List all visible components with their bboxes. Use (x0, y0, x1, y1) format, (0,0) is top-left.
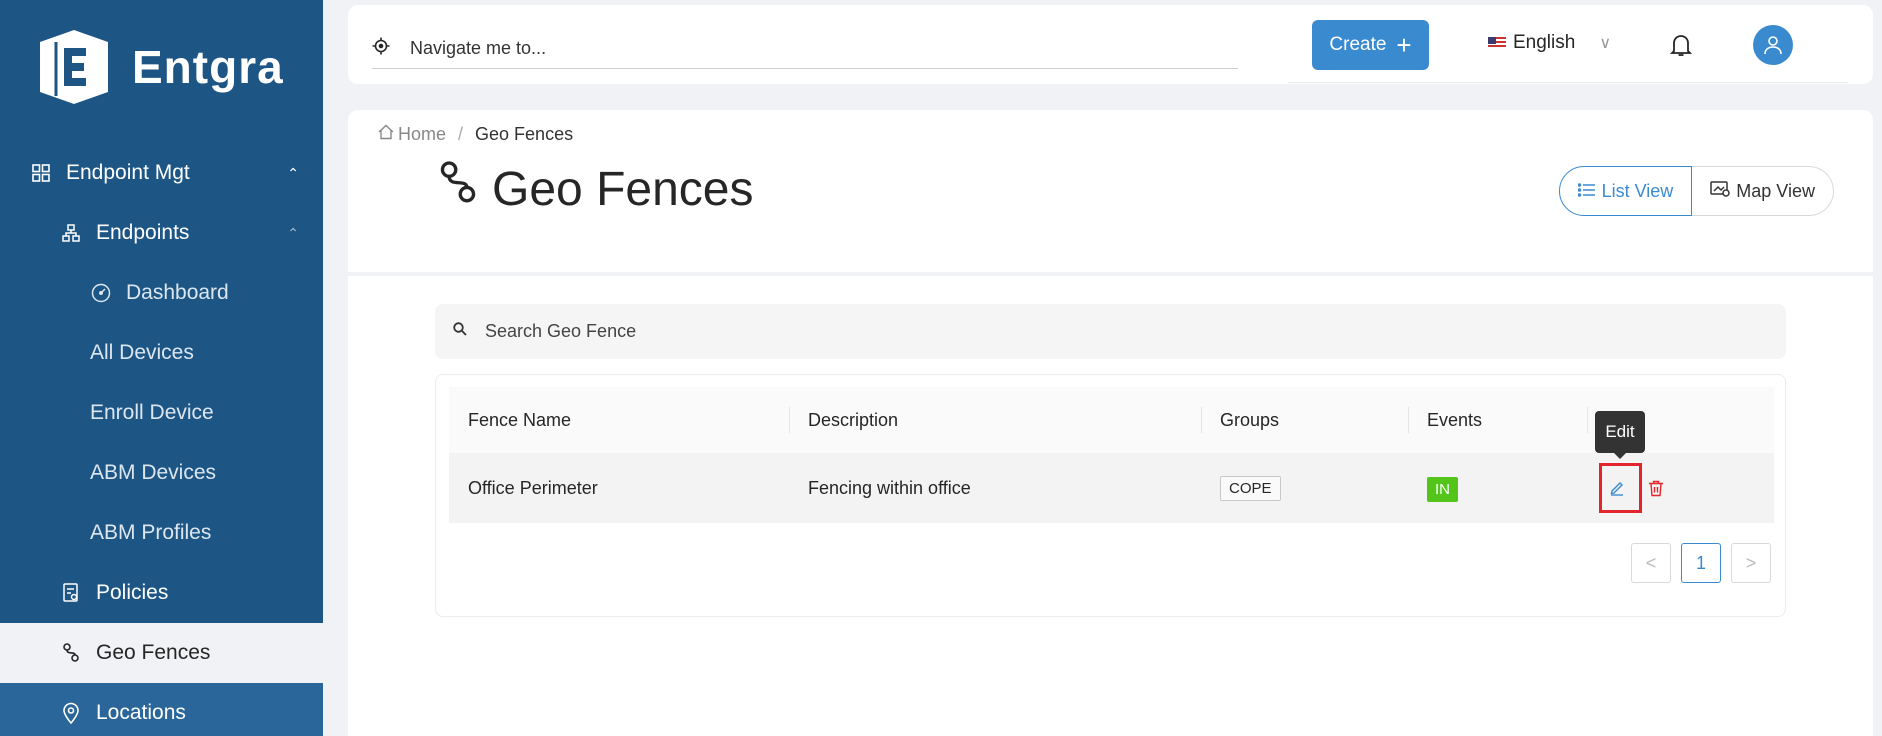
chevron-up-icon: ⌃ (287, 224, 299, 241)
table-header: Fence Name Description Groups Events (449, 387, 1774, 453)
entgra-logo-icon (40, 30, 108, 104)
column-divider (1201, 407, 1202, 433)
page-title: Geo Fences (438, 160, 753, 218)
list-view-button[interactable]: List View (1558, 166, 1693, 216)
sidebar-item-dashboard[interactable]: Dashboard (0, 263, 323, 323)
sidebar-item-all-devices[interactable]: All Devices (0, 323, 323, 383)
search-icon (453, 322, 467, 341)
home-icon (378, 124, 394, 145)
user-icon (1764, 36, 1782, 55)
sidebar-item-geo-fences[interactable]: Geo Fences (0, 623, 323, 683)
location-pin-icon (60, 702, 82, 724)
geo-fence-icon (60, 642, 82, 664)
chevron-down-icon: ∨ (1599, 35, 1612, 52)
column-header-fence-name[interactable]: Fence Name (468, 410, 571, 431)
edit-button-highlight (1599, 463, 1642, 513)
main-content: Fence Name Description Groups Events Off… (348, 276, 1873, 736)
sidebar-item-label: Policies (96, 581, 169, 604)
policy-document-icon (60, 582, 82, 604)
prev-page-button[interactable]: < (1631, 543, 1671, 583)
sidebar-nav: Endpoint Mgt ⌃ Endpoints ⌃ Dashboard All… (0, 143, 323, 736)
create-button[interactable]: Create + (1312, 20, 1429, 70)
navigate-input[interactable] (410, 38, 890, 59)
geo-fence-table: Fence Name Description Groups Events Off… (449, 387, 1774, 523)
column-divider (1587, 407, 1588, 433)
sidebar-item-enroll-device[interactable]: Enroll Device (0, 383, 323, 443)
sidebar-item-abm-profiles[interactable]: ABM Profiles (0, 503, 323, 563)
notifications-button[interactable] (1669, 33, 1693, 62)
cell-events: IN (1427, 476, 1458, 502)
breadcrumb-current: Geo Fences (475, 124, 574, 144)
sidebar-item-endpoints[interactable]: Endpoints ⌃ (0, 203, 323, 263)
sidebar-item-locations[interactable]: Locations (0, 683, 323, 736)
geo-fence-search (435, 304, 1786, 359)
breadcrumb: Home / Geo Fences (378, 124, 573, 145)
sidebar-item-label: Geo Fences (96, 641, 211, 664)
delete-button[interactable] (1648, 480, 1664, 497)
plus-icon: + (1396, 29, 1412, 60)
chevron-up-icon: ⌃ (287, 164, 299, 181)
language-selector[interactable]: English ∨ (1488, 32, 1611, 54)
sidebar-item-label: Endpoints (96, 221, 190, 244)
column-header-groups[interactable]: Groups (1220, 410, 1279, 431)
sidebar-item-policies[interactable]: Policies (0, 563, 323, 623)
column-divider (789, 407, 790, 433)
geo-fence-table-card: Fence Name Description Groups Events Off… (435, 374, 1786, 617)
bell-icon (1669, 35, 1693, 56)
sidebar-item-endpoint-mgt[interactable]: Endpoint Mgt ⌃ (0, 143, 323, 203)
edit-tooltip: Edit (1595, 411, 1645, 459)
crosshair-icon (372, 37, 392, 60)
sidebar-item-label: ABM Profiles (90, 521, 212, 544)
list-icon (1577, 181, 1596, 202)
sidebar-item-label: Locations (96, 701, 186, 724)
user-avatar[interactable] (1753, 25, 1793, 65)
table-row: Office Perimeter Fencing within office C… (449, 453, 1774, 523)
column-header-events[interactable]: Events (1427, 410, 1482, 431)
sidebar-item-label: Dashboard (126, 281, 229, 304)
us-flag-icon (1488, 37, 1506, 49)
sidebar-item-label: Enroll Device (90, 401, 214, 424)
cell-fence-name: Office Perimeter (468, 477, 598, 498)
column-divider (1408, 407, 1409, 433)
language-label: English (1513, 32, 1576, 53)
sidebar-item-label: ABM Devices (90, 461, 217, 484)
event-badge: IN (1427, 476, 1458, 502)
sidebar-item-label: Endpoint Mgt (66, 161, 190, 184)
grid-icon (30, 162, 52, 184)
cell-description: Fencing within office (808, 477, 971, 498)
list-view-label: List View (1601, 180, 1674, 201)
header-divider (1288, 82, 1848, 83)
breadcrumb-home[interactable]: Home (398, 124, 446, 145)
geo-fence-search-input[interactable] (485, 321, 1085, 342)
page-header: Home / Geo Fences Geo Fences List View M… (348, 110, 1873, 272)
sidebar-item-label: All Devices (90, 341, 194, 364)
page-1-button[interactable]: 1 (1681, 543, 1721, 583)
create-button-label: Create (1329, 34, 1387, 55)
group-tag: COPE (1220, 475, 1281, 501)
view-toggle: List View Map View (1558, 166, 1834, 216)
dashboard-gauge-icon (90, 282, 112, 304)
map-view-label: Map View (1736, 180, 1815, 201)
trash-icon (1649, 480, 1663, 496)
map-icon (1710, 180, 1731, 202)
hierarchy-icon (60, 222, 82, 244)
next-page-button[interactable]: > (1731, 543, 1771, 583)
pagination: < 1 > (1631, 543, 1771, 583)
page-title-text: Geo Fences (492, 162, 754, 216)
column-header-description[interactable]: Description (808, 410, 898, 431)
sidebar: Entgra Endpoint Mgt ⌃ Endpoints ⌃ Dashbo… (0, 0, 323, 736)
geo-fence-icon (438, 160, 478, 218)
cell-groups: COPE (1220, 475, 1281, 501)
brand-name: Entgra (132, 41, 284, 93)
brand-logo[interactable]: Entgra (34, 28, 284, 106)
sidebar-item-abm-devices[interactable]: ABM Devices (0, 443, 323, 503)
top-header: Create + English ∨ (348, 5, 1873, 84)
breadcrumb-separator: / (458, 124, 464, 144)
map-view-button[interactable]: Map View (1692, 166, 1834, 216)
navigate-search (372, 29, 1238, 69)
